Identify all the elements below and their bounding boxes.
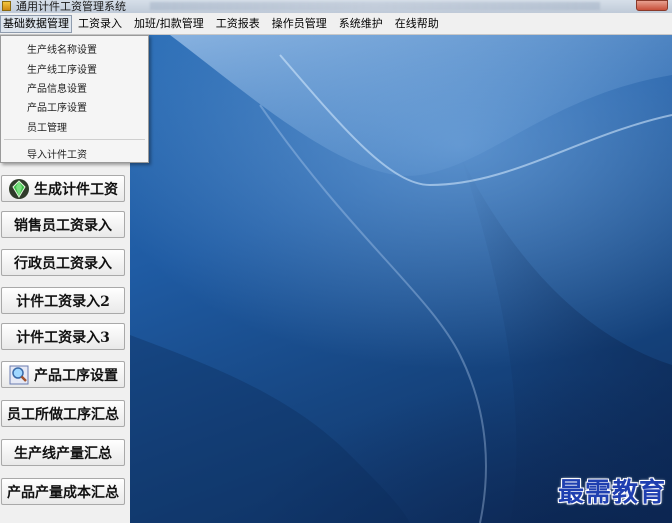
basic-data-dropdown-menu: 生产线名称设置 生产线工序设置 产品信息设置 产品工序设置 员工管理 导入计件工…: [0, 35, 149, 163]
button-label: 计件工资录入2: [16, 293, 110, 310]
title-bar: 通用计件工资管理系统: [0, 0, 672, 13]
menu-overtime-deduction[interactable]: 加班/扣款管理: [128, 15, 210, 33]
admin-staff-salary-entry-button[interactable]: 行政员工资录入: [1, 249, 125, 276]
menu-item-import-piecework-salary[interactable]: 导入计件工资: [27, 146, 87, 161]
blurred-title-strip: [150, 2, 600, 10]
employee-process-summary-button[interactable]: 员工所做工序汇总: [1, 400, 125, 427]
menu-item-product-info[interactable]: 产品信息设置: [27, 80, 87, 95]
menu-item-production-line-name[interactable]: 生产线名称设置: [27, 41, 97, 56]
window-title: 通用计件工资管理系统: [16, 0, 126, 13]
menu-salary-report[interactable]: 工资报表: [210, 15, 266, 33]
product-process-settings-button[interactable]: 产品工序设置: [1, 361, 125, 388]
generate-piecework-salary-button[interactable]: 生成计件工资: [1, 175, 125, 202]
button-label: 生成计件工资: [34, 181, 118, 198]
magnifier-icon: [9, 365, 29, 384]
piecework-salary-entry-2-button[interactable]: 计件工资录入2: [1, 287, 125, 314]
menu-item-product-process[interactable]: 产品工序设置: [27, 99, 87, 114]
button-label: 产品工序设置: [34, 367, 118, 384]
gem-icon: [9, 178, 29, 199]
production-line-output-summary-button[interactable]: 生产线产量汇总: [1, 439, 125, 466]
menu-separator: [4, 139, 145, 140]
piecework-salary-entry-3-button[interactable]: 计件工资录入3: [1, 323, 125, 350]
sales-staff-salary-entry-button[interactable]: 销售员工资录入: [1, 211, 125, 238]
menu-online-help[interactable]: 在线帮助: [389, 15, 445, 33]
button-label: 行政员工资录入: [14, 255, 112, 272]
desktop-background: [130, 35, 672, 523]
watermark-text: 最需教育: [557, 478, 666, 508]
close-button[interactable]: [636, 0, 668, 11]
menu-operator-management[interactable]: 操作员管理: [266, 15, 333, 33]
wallpaper-swooshes: [130, 35, 672, 523]
button-label: 销售员工资录入: [14, 217, 112, 234]
menu-bar: 基础数据管理 工资录入 加班/扣款管理 工资报表 操作员管理 系统维护 在线帮助: [0, 13, 672, 35]
menu-system-maintenance[interactable]: 系统维护: [333, 15, 389, 33]
button-label: 产品产量成本汇总: [7, 484, 119, 501]
button-label: 计件工资录入3: [16, 329, 110, 346]
menu-salary-entry[interactable]: 工资录入: [72, 15, 128, 33]
product-output-cost-summary-button[interactable]: 产品产量成本汇总: [1, 478, 125, 505]
menu-item-employee-management[interactable]: 员工管理: [27, 119, 67, 134]
button-label: 员工所做工序汇总: [7, 406, 119, 423]
menu-item-production-line-process[interactable]: 生产线工序设置: [27, 61, 97, 76]
menu-basic-data[interactable]: 基础数据管理: [0, 14, 72, 33]
app-icon: [2, 1, 11, 11]
button-label: 生产线产量汇总: [14, 445, 112, 462]
